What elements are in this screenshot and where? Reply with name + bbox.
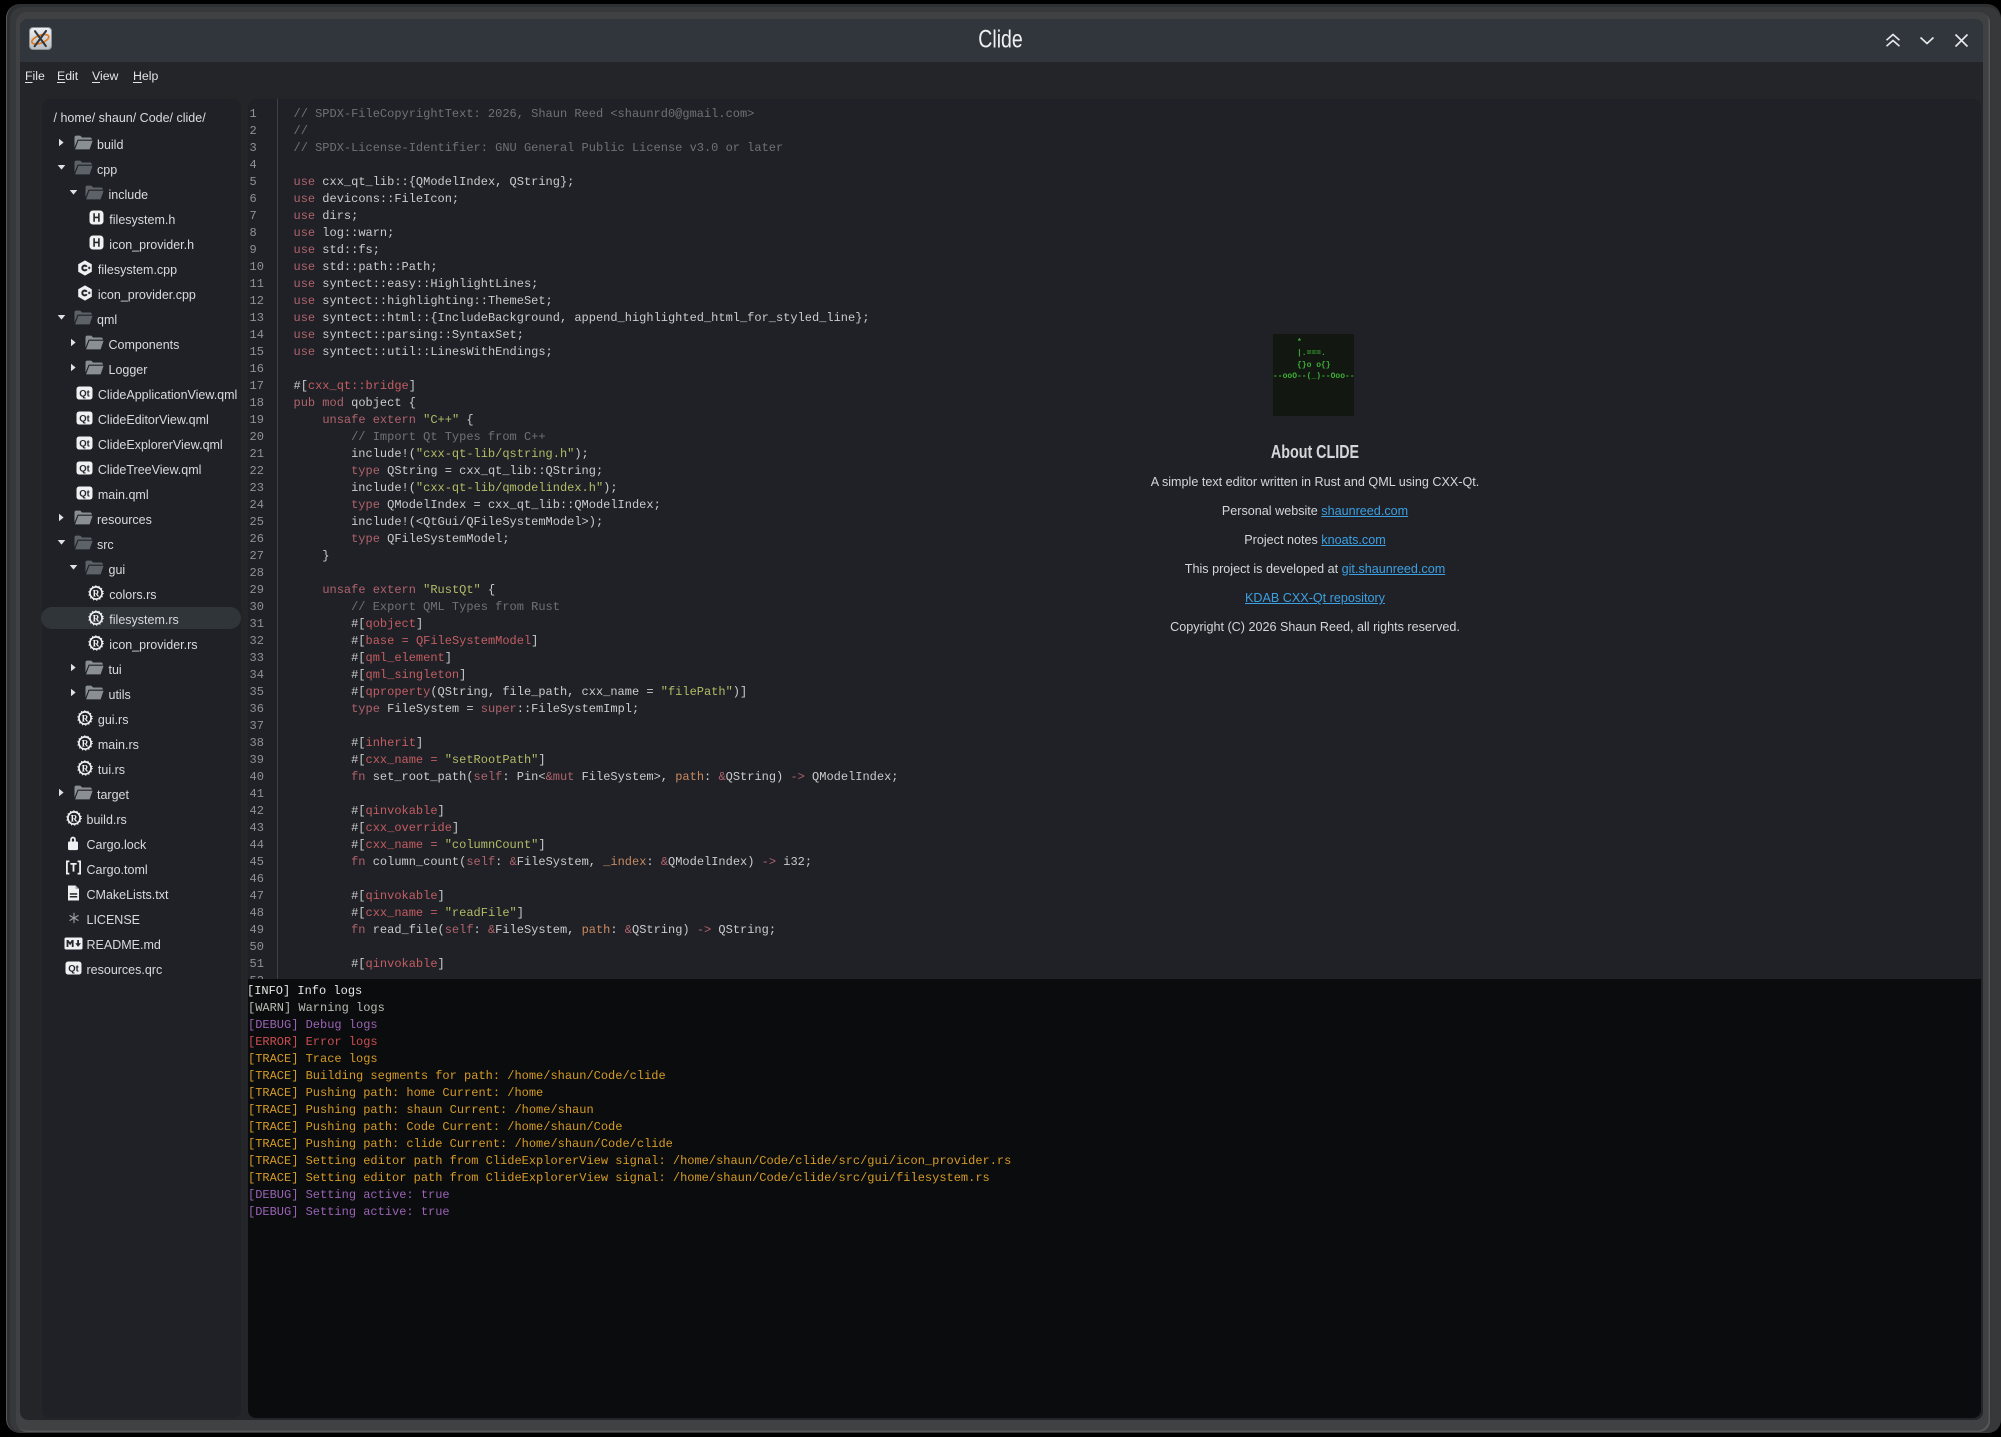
svg-text:Qt: Qt xyxy=(79,413,90,424)
svg-text:R: R xyxy=(93,614,100,624)
svg-text:R: R xyxy=(93,639,100,649)
svg-text:Qt: Qt xyxy=(79,388,90,399)
svg-text:R: R xyxy=(93,589,100,599)
svg-text:R: R xyxy=(82,764,89,774)
svg-text:R: R xyxy=(82,714,89,724)
svg-text:Qt: Qt xyxy=(79,463,90,474)
svg-text:Qt: Qt xyxy=(79,438,90,449)
svg-text:Qt: Qt xyxy=(68,963,79,974)
svg-text:R: R xyxy=(82,739,89,749)
svg-text:Qt: Qt xyxy=(79,488,90,499)
svg-text:R: R xyxy=(71,814,78,824)
